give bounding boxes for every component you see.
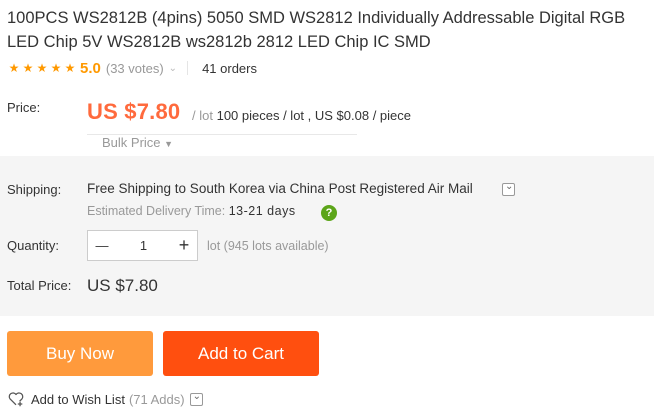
rating-row: ★ ★ ★ ★ ★ 5.0 (33 votes) ⌄ 41 orders: [7, 59, 257, 77]
star-icon: ★: [50, 61, 62, 75]
help-icon[interactable]: ?: [321, 205, 337, 221]
wishlist-adds-count: (71 Adds): [128, 391, 185, 407]
product-title: 100PCS WS2812B (4pins) 5050 SMD WS2812 I…: [7, 9, 626, 51]
rating-score: 5.0: [80, 59, 101, 77]
buy-now-button[interactable]: Buy Now: [7, 331, 153, 376]
add-to-wishlist-link[interactable]: Add to Wish List: [31, 392, 125, 407]
estimated-delivery: Estimated Delivery Time: 13-21 days: [87, 204, 296, 218]
star-icon: ★: [36, 61, 48, 75]
rating-stars[interactable]: ★ ★ ★ ★ ★: [7, 62, 77, 74]
wishlist-row[interactable]: Add to Wish List (71 Adds) ⌄: [7, 389, 203, 409]
bulk-price-row: Bulk Price ▼: [87, 134, 357, 152]
quantity-label: Quantity:: [7, 238, 60, 253]
bulk-price-label: Bulk Price: [102, 135, 161, 150]
price-value: US $7.80: [87, 99, 181, 124]
rating-votes-link[interactable]: (33 votes): [106, 61, 164, 76]
total-price-label: Total Price:: [7, 278, 72, 293]
total-price-value: US $7.80: [87, 276, 158, 295]
star-icon: ★: [64, 61, 76, 75]
shipping-method: Free Shipping to South Korea via China P…: [87, 181, 473, 196]
quantity-increase-button[interactable]: +: [171, 231, 197, 260]
lots-available: lot (945 lots available): [207, 239, 329, 253]
quantity-decrease-button[interactable]: —: [88, 231, 116, 260]
caret-down-icon: ▼: [164, 139, 174, 149]
price-per-lot: / lot 100 pieces / lot , US $0.08 / piec…: [192, 108, 411, 123]
per-lot-detail: 100 pieces / lot , US $0.08 / piece: [216, 108, 411, 123]
shipping-label: Shipping:: [7, 182, 62, 197]
wishlist-dropdown-button[interactable]: ⌄: [189, 390, 203, 406]
price-label: Price:: [7, 100, 41, 115]
star-icon: ★: [8, 61, 20, 75]
chevron-down-icon: ⌄: [192, 390, 201, 402]
quantity-stepper: — 1 +: [87, 230, 198, 261]
chevron-down-icon: ⌄: [505, 181, 514, 192]
chevron-down-icon[interactable]: ⌄: [169, 63, 177, 74]
per-lot-prefix: / lot: [192, 108, 213, 123]
delivery-days: 13-21 days: [228, 204, 296, 218]
heart-plus-icon: [8, 392, 24, 407]
shipping-dropdown-button[interactable]: ⌄: [502, 181, 515, 196]
quantity-input[interactable]: 1: [116, 231, 171, 260]
orders-count: 41 orders: [202, 60, 257, 76]
divider: [187, 61, 189, 75]
bulk-price-dropdown[interactable]: Bulk Price ▼: [102, 135, 173, 150]
add-to-cart-button[interactable]: Add to Cart: [163, 331, 319, 376]
star-icon: ★: [22, 61, 34, 75]
delivery-label: Estimated Delivery Time:: [87, 204, 226, 218]
